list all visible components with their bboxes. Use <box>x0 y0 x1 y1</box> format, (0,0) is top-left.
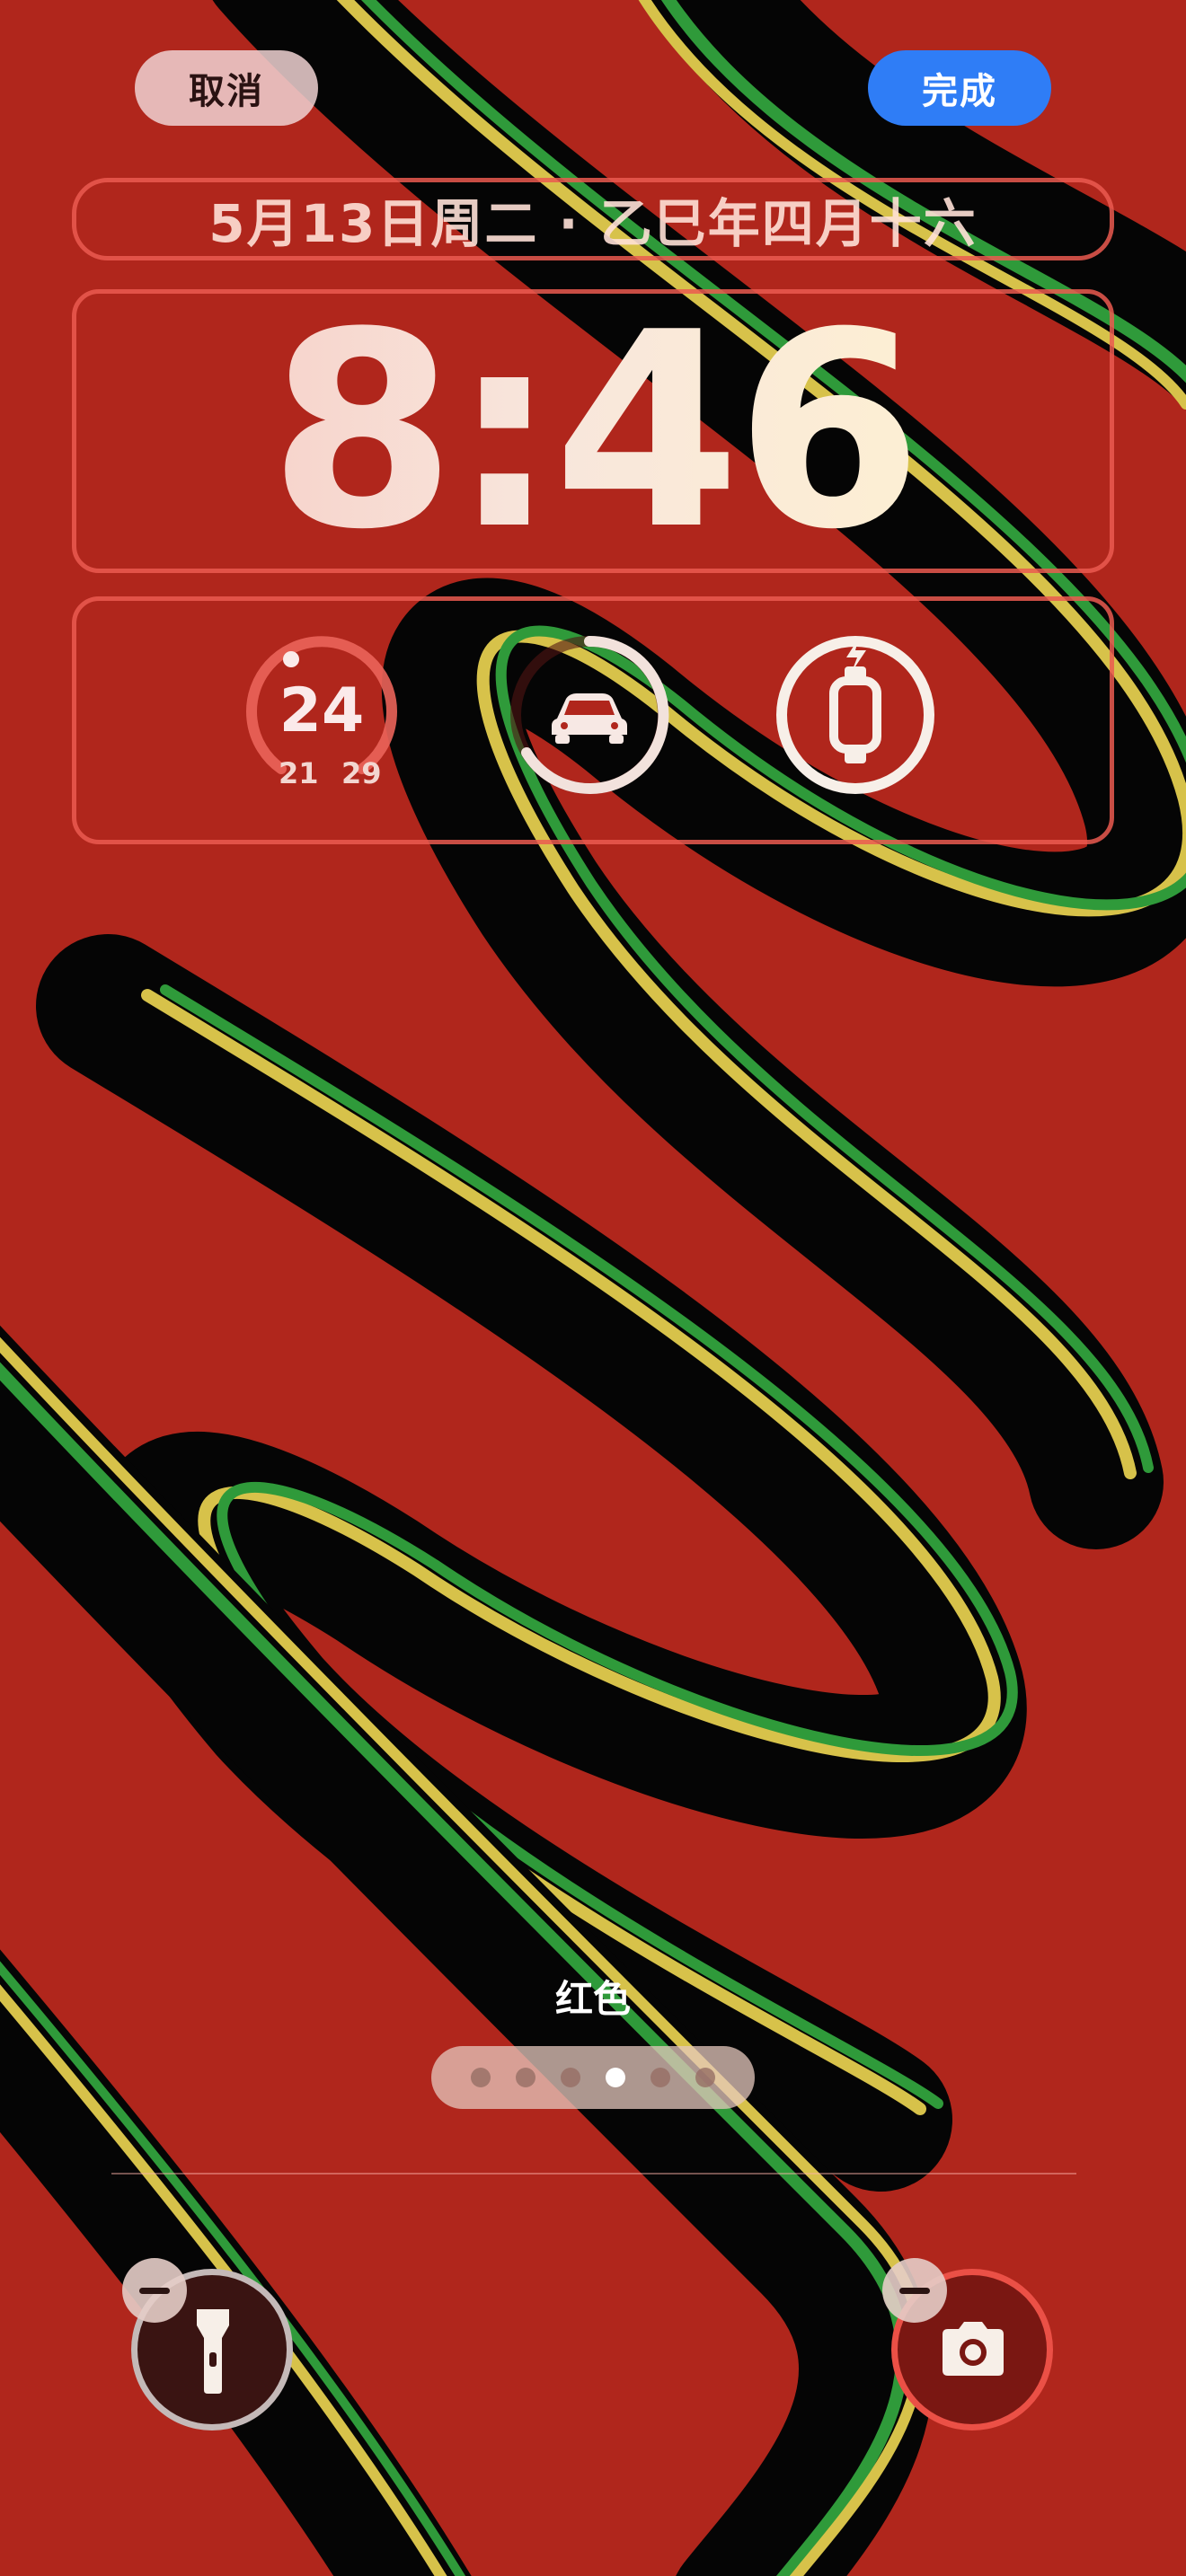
weather-temp: 24 <box>279 675 365 746</box>
car-widget[interactable] <box>509 634 670 796</box>
weather-low: 21 <box>279 756 319 790</box>
page-dot-active[interactable] <box>606 2068 625 2087</box>
page-dot[interactable] <box>651 2068 670 2087</box>
weather-widget[interactable]: 24 21 29 <box>241 634 403 796</box>
divider <box>111 2173 1076 2175</box>
page-dot[interactable] <box>516 2068 535 2087</box>
clock-time: 8:46 <box>76 275 1110 588</box>
car-icon <box>552 693 627 744</box>
flashlight-icon <box>197 2309 229 2394</box>
watch-charging-icon <box>776 636 934 794</box>
clock-editor[interactable]: 8:46 <box>72 275 1114 588</box>
date-label: 5月13日周二 · 乙巳年四月十六 <box>208 193 978 254</box>
page-dot[interactable] <box>695 2068 715 2087</box>
weather-high: 29 <box>341 756 382 790</box>
remove-flashlight-button[interactable] <box>122 2258 187 2323</box>
watch-battery-widget[interactable] <box>774 634 936 796</box>
page-dot[interactable] <box>471 2068 491 2087</box>
wallpaper-name-label: 红色 <box>554 1977 631 2021</box>
done-button[interactable]: 完成 <box>868 50 1051 126</box>
lock-screen-editor: 取消 完成 5月13日周二 · 乙巳年四月十六 8:46 24 21 29 红色 <box>0 0 1186 2576</box>
page-dot[interactable] <box>561 2068 580 2087</box>
remove-camera-button[interactable] <box>882 2258 947 2323</box>
camera-icon <box>943 2322 1004 2376</box>
cancel-button[interactable]: 取消 <box>135 50 318 126</box>
wallpaper-page-indicator[interactable] <box>431 2046 755 2109</box>
date-editor[interactable]: 5月13日周二 · 乙巳年四月十六 <box>72 178 1114 260</box>
